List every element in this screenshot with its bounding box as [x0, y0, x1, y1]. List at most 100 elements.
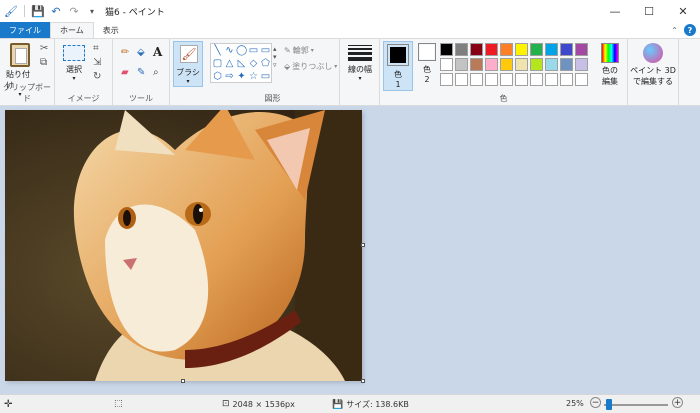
select-button[interactable]: 選択 ▾	[61, 45, 87, 82]
magnifier-icon[interactable]: ⌕	[153, 67, 159, 78]
resize-handle-right[interactable]	[361, 243, 365, 247]
zoom-slider-track[interactable]	[604, 404, 668, 406]
paint3d-label-2: で編集する	[633, 77, 673, 86]
crop-icon[interactable]: ⌗	[93, 43, 99, 54]
shape-item[interactable]: ⬠	[260, 58, 271, 70]
tab-file[interactable]: ファイル	[0, 22, 50, 38]
maximize-button[interactable]: ☐	[632, 0, 666, 22]
shapes-group-label: 図形	[264, 94, 281, 103]
shape-item[interactable]: ◇	[248, 58, 259, 70]
window-controls: — ☐ ✕	[598, 0, 700, 22]
outline-label: 輪郭	[292, 46, 309, 55]
chevron-down-icon: ▾	[72, 75, 76, 82]
chevron-down-icon: ▾	[334, 63, 338, 70]
close-button[interactable]: ✕	[666, 0, 700, 22]
resize-handle-bottom[interactable]	[181, 379, 185, 383]
tab-home[interactable]: ホーム	[50, 22, 94, 38]
rotate-icon[interactable]: ↻	[93, 71, 101, 82]
tab-view[interactable]: 表示	[94, 22, 128, 38]
eraser-icon[interactable]: ▰	[121, 67, 129, 78]
brush-icon: 🖌	[180, 45, 198, 63]
save-icon[interactable]: 💾	[31, 4, 45, 18]
colors-group: 色	[380, 39, 628, 106]
shape-item[interactable]: ✦	[236, 71, 247, 83]
divider	[24, 5, 25, 17]
fill-dropdown[interactable]: ⬙ 塗りつぶし ▾	[284, 61, 337, 72]
selection-size: ⬚	[114, 399, 123, 409]
zoom-in-button[interactable]: +	[672, 397, 683, 408]
clipboard-icon	[10, 43, 30, 67]
clipboard-group-label: クリップボード	[3, 83, 51, 103]
quick-access-toolbar: 🖌 💾 ↶ ↷ ▾	[0, 4, 99, 18]
size-button[interactable]: 線の幅 ▾	[346, 45, 374, 82]
chevron-down-icon: ▾	[310, 47, 314, 54]
file-size: 💾 サイズ: 138.6KB	[332, 399, 409, 410]
fill-bucket-icon[interactable]: ⬙	[137, 47, 145, 58]
outline-icon: ✎	[284, 46, 291, 55]
zoom-out-button[interactable]: −	[590, 397, 601, 408]
chevron-down-icon: ▾	[358, 75, 362, 82]
redo-icon[interactable]: ↷	[67, 4, 81, 18]
cut-icon[interactable]: ✂	[40, 43, 48, 54]
workspace	[0, 106, 700, 394]
disk-icon: 💾	[332, 399, 344, 410]
clipboard-group: 貼り付け ▾ ✂ ⧉ クリップボード	[0, 39, 55, 106]
ribbon-controls: ⌃ ?	[671, 24, 696, 36]
brushes-label: ブラシ	[176, 68, 200, 77]
pencil-icon[interactable]: ✏	[121, 47, 129, 58]
image-group: 選択 ▾ ⌗ ⇲ ↻ イメージ	[55, 39, 113, 106]
shape-item[interactable]: ╲	[212, 45, 223, 57]
shape-item[interactable]: ▭	[260, 45, 271, 57]
size-group: 線の幅 ▾	[340, 39, 380, 106]
dimensions-icon: ⊡	[222, 399, 230, 409]
tools-group-label: ツール	[129, 94, 153, 103]
select-label: 選択	[66, 65, 82, 74]
zoom-slider-thumb[interactable]	[606, 399, 612, 410]
color-picker-icon[interactable]: ✎	[137, 67, 145, 78]
ribbon: 貼り付け ▾ ✂ ⧉ クリップボード 選択 ▾ ⌗ ⇲ ↻ イメージ ✏ ⬙ A…	[0, 38, 700, 106]
gallery-scroll-icon[interactable]: ▴ ▾ ▿	[273, 45, 277, 69]
shape-item[interactable]: ☆	[248, 71, 259, 83]
shape-item[interactable]: ⇨	[224, 71, 235, 83]
paint-app-icon: 🖌	[4, 4, 18, 18]
dimensions-text: 2048 × 1536px	[232, 399, 295, 409]
title-bar: 🖌 💾 ↶ ↷ ▾ 猫6 - ペイント — ☐ ✕	[0, 0, 700, 22]
shape-item[interactable]: △	[224, 58, 235, 70]
status-bar: ✛ ⬚ ⊡ 2048 × 1536px 💾 サイズ: 138.6KB 25% −…	[0, 394, 700, 413]
image-group-label: イメージ	[67, 94, 100, 103]
text-tool-icon[interactable]: A	[153, 45, 162, 59]
customize-quick-access-icon[interactable]: ▾	[85, 4, 99, 18]
resize-handle-corner[interactable]	[361, 379, 365, 383]
undo-icon[interactable]: ↶	[49, 4, 63, 18]
shape-item[interactable]: ∿	[224, 45, 235, 57]
fill-label: 塗りつぶし	[292, 62, 333, 71]
divider	[678, 39, 679, 106]
outline-dropdown[interactable]: ✎ 輪郭 ▾	[284, 45, 314, 56]
shape-item[interactable]: ▭	[248, 45, 259, 57]
paint3d-label-1: ペイント 3D	[630, 66, 676, 75]
shapes-gallery[interactable]: ╲ ∿ ◯ ▭ ▭ ▢ △ ◺ ◇ ⬠ ⬡ ⇨ ✦ ☆ ▭	[210, 43, 272, 83]
shape-item[interactable]: ◺	[236, 58, 247, 70]
shape-item[interactable]: ⬡	[212, 71, 223, 83]
menu-tabs: ファイル ホーム 表示 ⌃ ?	[0, 22, 700, 38]
selection-icon: ⬚	[114, 399, 123, 409]
help-icon[interactable]: ?	[684, 24, 696, 36]
shape-item[interactable]: ▭	[260, 71, 271, 83]
chevron-down-icon: ▾	[186, 78, 190, 85]
shape-item[interactable]: ▢	[212, 58, 223, 70]
window-title: 猫6 - ペイント	[105, 7, 165, 18]
shape-item[interactable]: ◯	[236, 45, 247, 57]
paint3d-icon	[643, 43, 663, 63]
copy-icon[interactable]: ⧉	[40, 57, 47, 68]
brushes-button[interactable]: 🖌 ブラシ ▾	[173, 41, 203, 87]
collapse-ribbon-icon[interactable]: ⌃	[671, 26, 678, 35]
size-label: 線の幅	[348, 65, 372, 74]
select-icon	[63, 45, 85, 61]
resize-icon[interactable]: ⇲	[93, 57, 101, 68]
zoom-level: 25%	[566, 399, 584, 408]
paint3d-button[interactable]: ペイント 3D で編集する	[630, 43, 676, 87]
colors-group-label: 色	[499, 94, 508, 103]
minimize-button[interactable]: —	[598, 0, 632, 22]
canvas-image[interactable]	[5, 110, 362, 381]
image-dimensions: ⊡ 2048 × 1536px	[222, 399, 295, 409]
